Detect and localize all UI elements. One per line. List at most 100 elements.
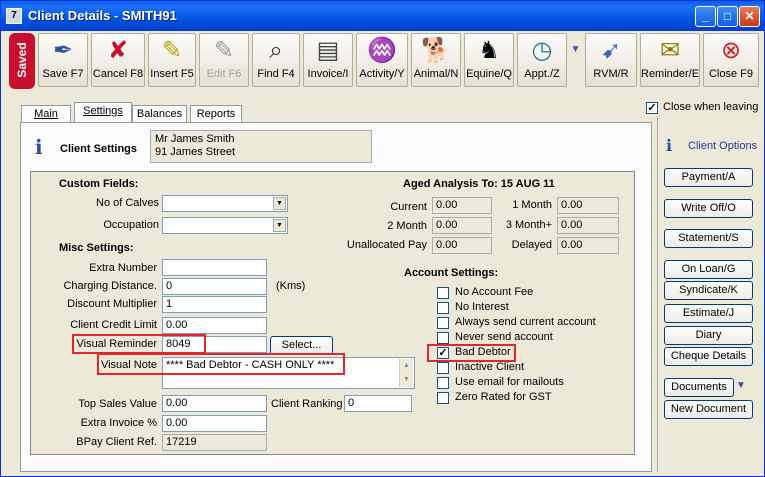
write-off-button[interactable]: Write Off/O: [664, 199, 753, 218]
statement-button[interactable]: Statement/S: [664, 229, 753, 248]
calves-select[interactable]: ▼: [162, 195, 288, 212]
quill-icon: ✒: [52, 37, 74, 64]
insert-button[interactable]: ✎ Insert F5: [148, 33, 196, 87]
saved-indicator: Saved: [9, 33, 35, 89]
no-account-fee-checkbox[interactable]: [437, 287, 449, 299]
close-window-button[interactable]: ✕: [739, 6, 760, 27]
equine-label: Equine/Q: [466, 68, 512, 80]
rvm-button[interactable]: ➹ RVM/R: [585, 33, 637, 87]
never-send-label: Never send account: [455, 331, 553, 343]
rvm-icon: ➹: [600, 37, 622, 64]
documents-button[interactable]: Documents: [664, 378, 734, 397]
magnifier-icon: ⌕: [269, 37, 283, 64]
extra-number-label: Extra Number: [89, 262, 157, 274]
estimate-button[interactable]: Estimate/J: [664, 304, 753, 323]
tab-balances[interactable]: Balances: [132, 105, 187, 123]
find-label: Find F4: [257, 68, 295, 80]
account-settings-heading: Account Settings:: [404, 267, 499, 279]
custom-fields-heading: Custom Fields:: [59, 178, 139, 190]
credit-limit-input[interactable]: 0.00: [162, 317, 267, 334]
edit-icon: ✎: [213, 37, 235, 64]
save-button[interactable]: ✒ Save F7: [38, 33, 88, 87]
credit-limit-label: Client Credit Limit: [70, 319, 157, 331]
extra-number-input[interactable]: [162, 259, 267, 276]
bad-debtor-highlight: [427, 344, 516, 362]
activity-icon: ♒: [367, 37, 397, 64]
aged-analysis-heading: Aged Analysis To: 15 AUG 11: [403, 178, 555, 190]
occupation-label: Occupation: [103, 219, 159, 231]
appt-button[interactable]: ◷ Appt./Z: [517, 33, 567, 87]
client-ranking-input[interactable]: 0: [344, 395, 412, 412]
animal-button[interactable]: 🐕 Animal/N: [411, 33, 461, 87]
close-when-leaving-checkbox[interactable]: ✓: [646, 102, 658, 114]
client-options-heading: Client Options: [688, 140, 758, 152]
one-month-value: 0.00: [557, 197, 619, 214]
chevron-down-icon[interactable]: ▼: [736, 380, 746, 391]
title-bar[interactable]: 7 Client Details - SMITH91 _ □ ✕: [1, 1, 764, 31]
appt-dropdown-button[interactable]: ▼: [568, 33, 583, 87]
reminder-button[interactable]: ✉ Reminder/E: [640, 33, 700, 87]
occupation-select[interactable]: ▼: [162, 217, 288, 234]
tab-settings[interactable]: Settings: [74, 102, 132, 123]
syndicate-button[interactable]: Syndicate/K: [664, 281, 753, 300]
equine-button[interactable]: ♞ Equine/Q: [464, 33, 514, 87]
client-details-window: 7 Client Details - SMITH91 _ □ ✕ Saved ✒…: [0, 0, 765, 477]
edit-button[interactable]: ✎ Edit F6: [199, 33, 249, 87]
inactive-client-checkbox[interactable]: [437, 362, 449, 374]
client-options-icon: ℹ: [666, 138, 673, 155]
cheque-details-button[interactable]: Cheque Details: [664, 347, 753, 366]
dog-icon: 🐕: [421, 37, 451, 64]
window-title: Client Details - SMITH91: [28, 8, 177, 23]
discount-multiplier-input[interactable]: 1: [162, 296, 267, 313]
insert-label: Insert F5: [150, 68, 194, 80]
visual-reminder-highlight: [72, 334, 206, 354]
close-circle-icon: ⊗: [720, 37, 742, 64]
cancel-button[interactable]: ✘ Cancel F8: [91, 33, 145, 87]
zero-rated-gst-checkbox[interactable]: [437, 392, 449, 404]
no-interest-checkbox[interactable]: [437, 302, 449, 314]
minimize-button[interactable]: _: [695, 6, 716, 27]
reminder-label: Reminder/E: [641, 68, 700, 80]
always-send-checkbox[interactable]: [437, 317, 449, 329]
tab-main[interactable]: Main: [21, 105, 71, 123]
visual-note-scrollbar[interactable]: ▲ ▼: [399, 359, 413, 387]
maximize-button[interactable]: □: [717, 6, 738, 27]
tab-reports[interactable]: Reports: [190, 105, 242, 123]
chevron-down-icon[interactable]: ▼: [273, 219, 286, 232]
diary-button[interactable]: Diary: [664, 326, 753, 345]
client-name-box: Mr James Smith 91 James Street: [150, 130, 372, 163]
animal-label: Animal/N: [413, 68, 459, 80]
insert-icon: ✎: [161, 37, 183, 64]
use-email-checkbox[interactable]: [437, 377, 449, 389]
clock-icon: ◷: [531, 37, 553, 64]
visual-note-highlight: [97, 353, 345, 375]
invoice-button[interactable]: ▤ Invoice/I: [303, 33, 353, 87]
find-button[interactable]: ⌕ Find F4: [252, 33, 300, 87]
top-sales-input[interactable]: 0.00: [162, 395, 267, 412]
chevron-down-icon[interactable]: ▼: [273, 197, 286, 210]
current-label: Current: [390, 201, 427, 213]
client-address: 91 James Street: [155, 146, 236, 158]
saved-label: Saved: [15, 42, 29, 78]
tab-reports-label: Reports: [196, 108, 236, 120]
payment-button[interactable]: Payment/A: [664, 168, 753, 187]
close-label: Close F9: [708, 68, 754, 80]
extra-invoice-input[interactable]: 0.00: [162, 415, 267, 432]
save-label: Save F7: [42, 68, 84, 80]
top-sales-label: Top Sales Value: [78, 398, 157, 410]
delayed-value: 0.00: [557, 237, 619, 254]
new-document-button[interactable]: New Document: [664, 400, 753, 419]
close-button[interactable]: ⊗ Close F9: [703, 33, 759, 87]
three-month-label: 3 Month+: [505, 219, 552, 231]
activity-button[interactable]: ♒ Activity/Y: [356, 33, 408, 87]
on-loan-button[interactable]: On Loan/G: [664, 260, 753, 279]
options-separator: [657, 117, 658, 472]
misc-settings-heading: Misc Settings:: [59, 242, 134, 254]
never-send-checkbox[interactable]: [437, 332, 449, 344]
extra-invoice-label: Extra Invoice %: [80, 417, 157, 429]
current-value: 0.00: [432, 197, 492, 214]
rvm-label: RVM/R: [593, 68, 629, 80]
charging-distance-input[interactable]: 0: [162, 278, 267, 295]
cancel-x-icon: ✘: [107, 37, 129, 64]
invoice-label: Invoice/I: [307, 68, 349, 80]
